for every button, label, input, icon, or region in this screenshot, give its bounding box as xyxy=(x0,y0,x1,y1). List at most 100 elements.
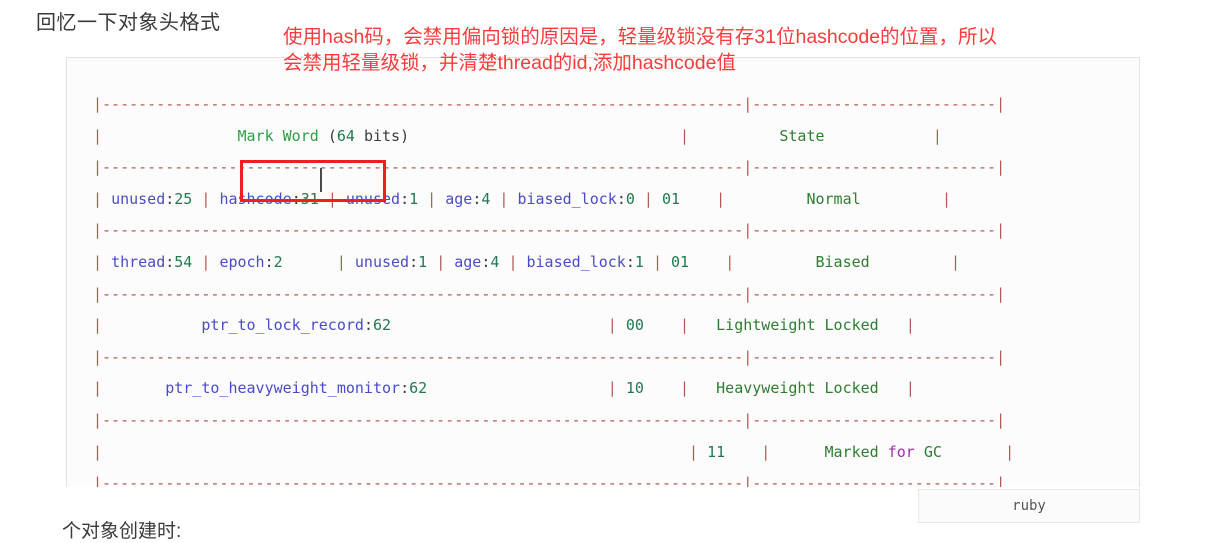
dash-rule: --------------------------- xyxy=(752,95,997,113)
pipe-glyph: | xyxy=(607,379,617,398)
header-bit-count: 64 xyxy=(336,126,355,145)
state-value: Heavyweight Locked xyxy=(716,379,879,398)
pipe-glyph: | xyxy=(932,126,942,145)
field-ptr-heavyweight-monitor-value: 62 xyxy=(409,379,428,398)
dash-rule: --------------------------- xyxy=(752,474,997,487)
colon: : xyxy=(400,189,410,208)
table-row: | thread:54 | epoch:2 | unused:1 | age:4… xyxy=(67,247,1014,279)
dash-rule: --------------------------- xyxy=(752,284,997,303)
field-hashcode-value: 31 xyxy=(300,189,319,208)
colon: : xyxy=(409,252,419,271)
pipe-glyph: | xyxy=(743,474,753,487)
colon: : xyxy=(616,189,626,208)
field-age-value: 4 xyxy=(490,252,500,271)
state-value: Lightweight Locked xyxy=(716,316,879,335)
dash-rule: --------------------------- xyxy=(752,410,997,429)
lock-bits-value: 00 xyxy=(625,316,644,335)
pipe-glyph: | xyxy=(743,284,753,303)
dash-rule: ----------------------------------------… xyxy=(102,347,744,366)
table-row: | unused:25 | hashcode:31 | unused:1 | a… xyxy=(67,184,1014,216)
colon: : xyxy=(264,252,274,271)
pipe-glyph: | xyxy=(680,126,690,145)
field-unused-1-name: unused xyxy=(345,189,401,208)
pipe-glyph: | xyxy=(93,347,103,366)
pipe-glyph: | xyxy=(996,284,1006,303)
lock-bits-value: 10 xyxy=(625,379,644,398)
field-epoch-value: 2 xyxy=(273,252,283,271)
code-block-card: |---------------------------------------… xyxy=(66,57,1140,487)
pipe-glyph: | xyxy=(201,252,211,271)
pipe-glyph: | xyxy=(93,189,103,208)
dash-rule: ----------------------------------------… xyxy=(102,158,744,177)
pipe-glyph: | xyxy=(93,95,103,113)
field-age-name: age xyxy=(454,252,482,271)
pipe-glyph: | xyxy=(427,189,437,208)
keyword-for: for xyxy=(887,442,915,461)
table-row: | ptr_to_heavyweight_monitor:62 | 10 | H… xyxy=(67,373,1014,405)
mark-word-layout-code[interactable]: |---------------------------------------… xyxy=(67,73,1014,487)
field-thread-value: 54 xyxy=(174,252,193,271)
red-annotation-note: 使用hash码，会禁用偏向锁的原因是，轻量级锁没有存31位hashcode的位置… xyxy=(283,24,1188,76)
colon: : xyxy=(165,252,175,271)
pipe-glyph: | xyxy=(508,252,518,271)
language-badge-label: ruby xyxy=(1012,498,1046,514)
page-title: 回忆一下对象头格式 xyxy=(36,12,221,34)
pipe-glyph: | xyxy=(93,474,103,487)
field-unused-1-name: unused xyxy=(354,252,410,271)
pipe-glyph: | xyxy=(93,316,103,335)
code-line-separator: |---------------------------------------… xyxy=(67,405,1014,437)
lock-bits-value: 01 xyxy=(671,252,690,271)
pipe-glyph: | xyxy=(996,474,1006,487)
pipe-glyph: | xyxy=(941,189,951,208)
text-cursor-caret xyxy=(320,168,322,192)
annotation-line-1: 使用hash码，会禁用偏向锁的原因是，轻量级锁没有存31位hashcode的位置… xyxy=(283,26,998,48)
header-bits-word: bits xyxy=(363,126,401,145)
code-line-header: | Mark Word (64 bits) | State | xyxy=(67,121,1014,153)
pipe-glyph: | xyxy=(93,221,103,240)
field-biased-lock-name: biased_lock xyxy=(517,189,617,208)
pipe-glyph: | xyxy=(950,252,960,271)
pipe-glyph: | xyxy=(336,252,346,271)
pipe-glyph: | xyxy=(93,126,103,145)
pipe-glyph: | xyxy=(716,189,726,208)
pipe-glyph: | xyxy=(607,316,617,335)
state-gc-label: GC xyxy=(923,442,942,461)
paren-close: ) xyxy=(400,126,410,145)
pipe-glyph: | xyxy=(996,158,1006,177)
header-mark-word-label: Mark Word xyxy=(237,126,319,145)
colon: : xyxy=(400,379,410,398)
code-line-separator: |---------------------------------------… xyxy=(67,342,1014,374)
field-thread-name: thread xyxy=(111,252,166,271)
dash-rule: --------------------------- xyxy=(752,347,997,366)
pipe-glyph: | xyxy=(996,347,1006,366)
lock-bits-value: 11 xyxy=(707,442,726,461)
header-state-label: State xyxy=(779,126,825,145)
pipe-glyph: | xyxy=(905,316,915,335)
pipe-glyph: | xyxy=(201,189,211,208)
table-row: | | 11 | Marked for GC | xyxy=(67,437,1014,469)
state-value: Normal xyxy=(806,189,861,208)
pipe-glyph: | xyxy=(93,442,103,461)
pipe-glyph: | xyxy=(996,410,1006,429)
pipe-glyph: | xyxy=(1005,442,1015,461)
dash-rule: --------------------------- xyxy=(752,158,997,177)
pipe-glyph: | xyxy=(643,189,653,208)
bottom-caption: 个对象创建时: xyxy=(62,521,182,542)
colon: : xyxy=(165,189,175,208)
table-row: | ptr_to_lock_record:62 | 00 | Lightweig… xyxy=(67,310,1014,342)
pipe-glyph: | xyxy=(761,442,771,461)
field-biased-lock-value: 1 xyxy=(634,252,644,271)
language-badge[interactable]: ruby xyxy=(918,489,1140,523)
dash-rule: --------------------------- xyxy=(752,221,997,240)
code-line-separator: |---------------------------------------… xyxy=(67,152,1014,184)
field-epoch-name: epoch xyxy=(219,252,265,271)
field-ptr-lock-record-name: ptr_to_lock_record xyxy=(201,316,364,335)
field-age-value: 4 xyxy=(481,189,491,208)
field-unused-25-name: unused xyxy=(111,189,166,208)
state-value: Marked xyxy=(824,442,879,461)
pipe-glyph: | xyxy=(680,316,690,335)
pipe-glyph: | xyxy=(905,379,915,398)
dash-rule: ----------------------------------------… xyxy=(102,474,744,487)
dash-rule: ----------------------------------------… xyxy=(102,284,744,303)
pipe-glyph: | xyxy=(93,379,103,398)
